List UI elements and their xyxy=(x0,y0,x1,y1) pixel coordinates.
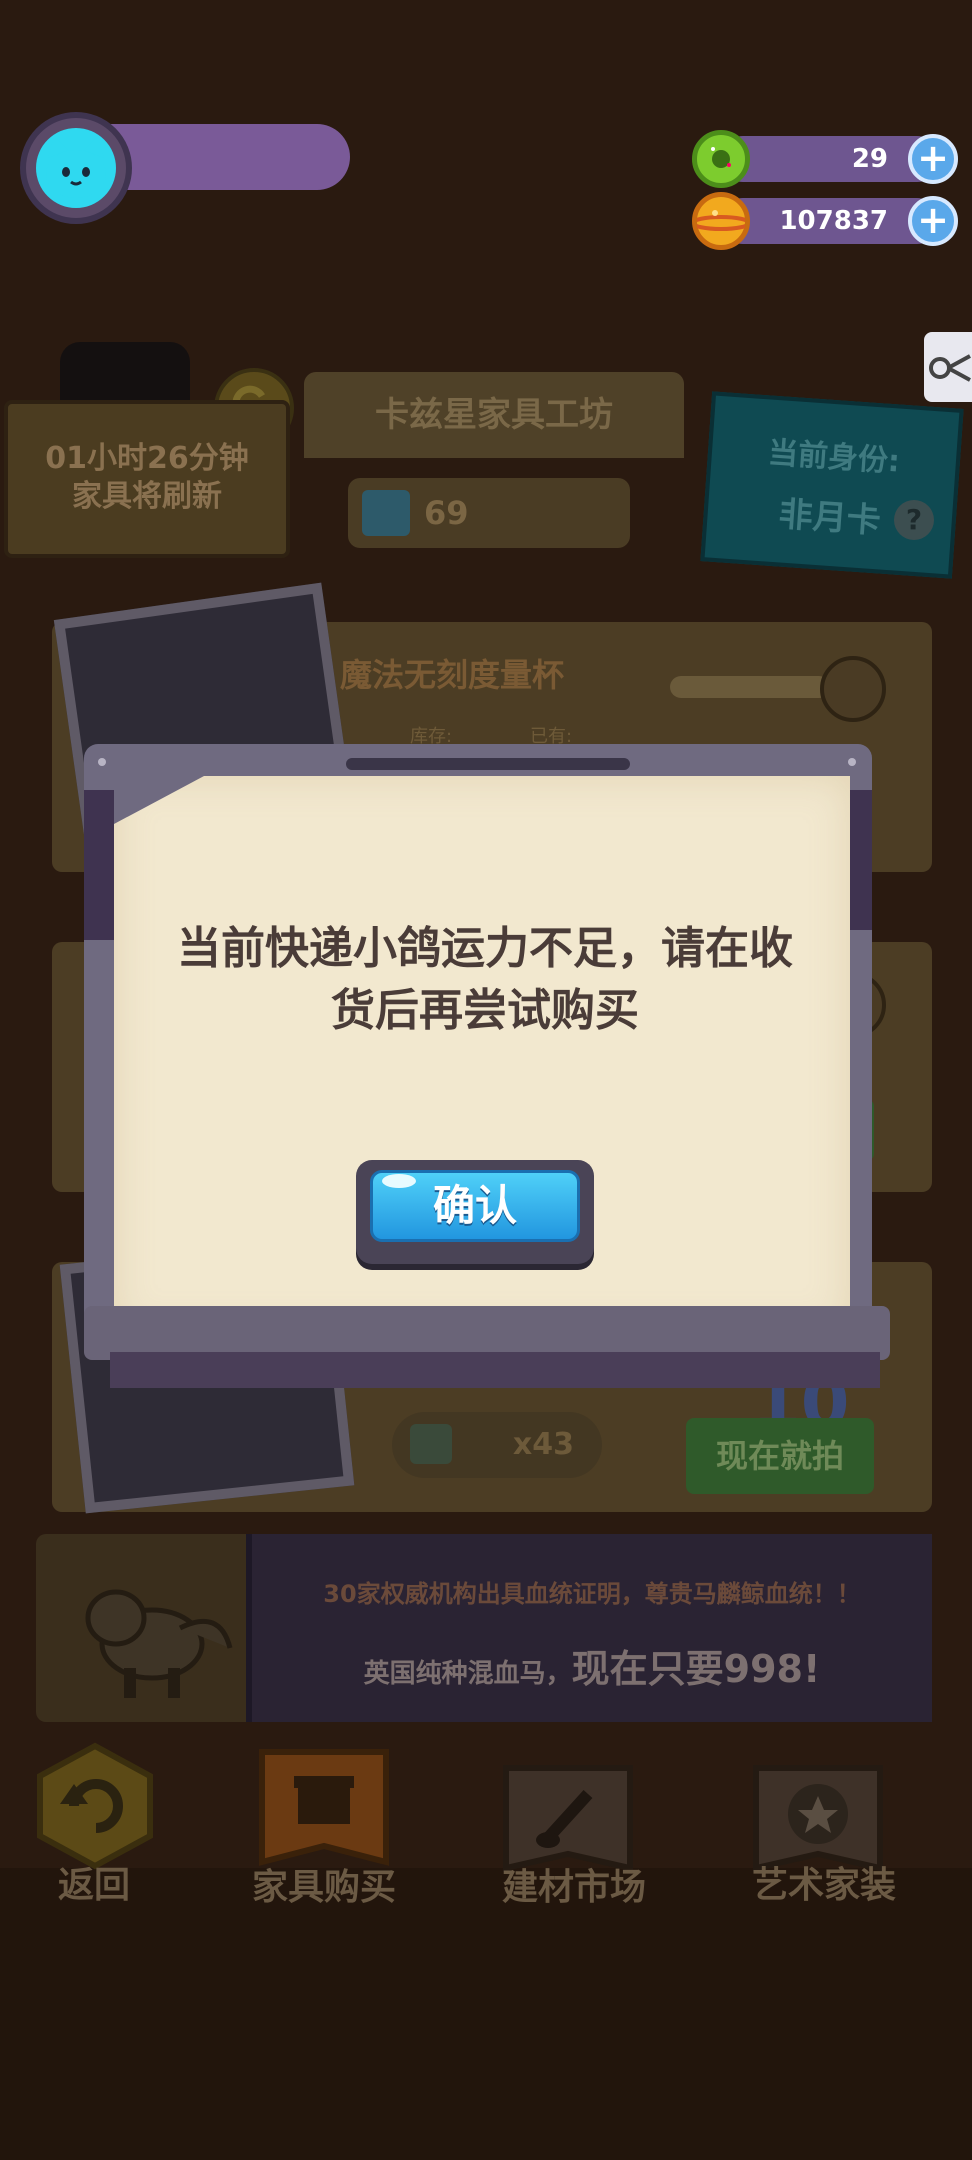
currency-gold-value: 107837 xyxy=(779,206,888,236)
clock-icon xyxy=(820,656,886,722)
dialog-message-line1: 当前快递小鸽运力不足，请在收 xyxy=(177,923,793,974)
item-quantity-value: x43 xyxy=(512,1427,574,1462)
ad-line-2-highlight: 现在只要998! xyxy=(571,1647,821,1691)
refresh-timer-line1: 01小时26分钟 xyxy=(45,441,249,476)
button-shine xyxy=(382,1174,416,1188)
bid-now-button[interactable]: 现在就拍 xyxy=(686,1418,874,1494)
rivet xyxy=(98,758,106,766)
dialog-base-shadow xyxy=(110,1352,880,1388)
dialog-frame-slot xyxy=(346,758,630,770)
add-green-currency-button[interactable]: + xyxy=(908,134,958,184)
shop-title: 卡兹星家具工坊 xyxy=(304,372,684,458)
auction-progress-bar xyxy=(670,676,830,698)
gold-planet-icon xyxy=(691,192,751,250)
ad-line-2-prefix: 英国纯种混血马， xyxy=(363,1659,572,1689)
cat-face-icon xyxy=(46,136,106,198)
back-arrow-icon xyxy=(37,1742,153,1870)
add-gold-currency-button[interactable]: + xyxy=(908,196,958,246)
refresh-timer-line2: 家具将刷新 xyxy=(72,479,222,514)
coin-box-icon xyxy=(362,490,410,536)
gift-icon xyxy=(259,1749,389,1866)
help-icon[interactable]: ? xyxy=(894,500,934,540)
side-clip-tab[interactable] xyxy=(924,332,972,402)
coin-box-icon xyxy=(410,1424,452,1464)
status-label: 当前身份: xyxy=(766,435,901,480)
avatar[interactable] xyxy=(36,128,116,208)
horse-icon xyxy=(60,1548,240,1712)
ad-line-1: 30家权威机构出具血统证明，尊贵马麟鲸血统！！ xyxy=(323,1580,861,1608)
ad-line-2: 英国纯种混血马，现在只要998! xyxy=(252,1638,932,1693)
item-name: 魔法无刻度量杯 xyxy=(340,656,565,694)
paperclip-icon xyxy=(929,354,971,382)
paper-corner-fold xyxy=(114,776,204,824)
nav-furniture-buy-label: 家具购买 xyxy=(251,1867,396,1908)
black-cat-decoration xyxy=(60,342,190,402)
nav-art-decor-label: 艺术家装 xyxy=(751,1865,896,1906)
currency-green-pill: 29 xyxy=(720,136,940,182)
currency-gold-pill: 107837 xyxy=(720,198,940,244)
rivet xyxy=(848,758,856,766)
shop-coins-value: 69 xyxy=(424,494,469,532)
dialog-message-line2: 货后再尝试购买 xyxy=(331,985,639,1036)
green-donut-icon xyxy=(692,130,750,188)
currency-green-value: 29 xyxy=(851,144,888,174)
nav-back-label: 返回 xyxy=(57,1865,130,1906)
membership-status-card[interactable]: 当前身份: 非月卡 xyxy=(700,391,964,579)
dialog-message: 当前快递小鸽运力不足，请在收 货后再尝试购买 xyxy=(150,918,820,1042)
nav-building-market-label: 建材市场 xyxy=(501,1867,646,1908)
ad-text-panel: 30家权威机构出具血统证明，尊贵马麟鲸血统！！ 英国纯种混血马，现在只要998! xyxy=(246,1534,932,1722)
bottom-bar-background xyxy=(0,1868,972,2160)
refresh-timer: 01小时26分钟 家具将刷新 xyxy=(4,400,290,558)
